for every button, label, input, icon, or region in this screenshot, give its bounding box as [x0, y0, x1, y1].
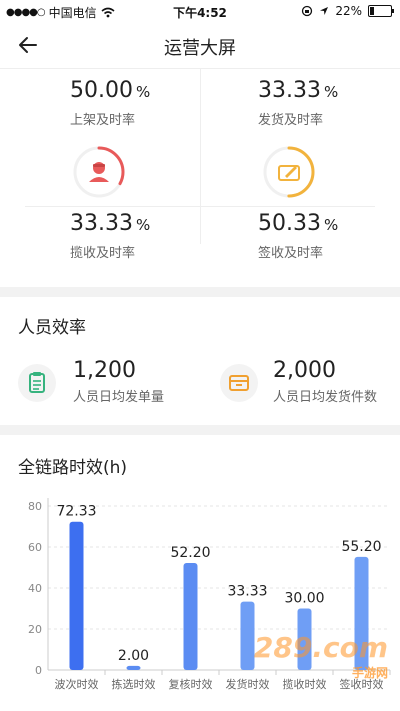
metric-number: 50.00 [70, 78, 133, 103]
daily-orders-value: 1,200 [73, 358, 136, 383]
shelving-rate-label: 上架及时率 [70, 113, 136, 128]
y-tick-label: 40 [28, 582, 42, 595]
y-tick-label: 20 [28, 623, 42, 636]
pickup-rate-label: 揽收及时率 [70, 246, 136, 261]
x-tick-label: 复核时效 [169, 677, 213, 691]
bar-value-label: 52.20 [170, 545, 210, 561]
metric-unit: % [323, 216, 339, 234]
status-right: 22% [301, 4, 394, 18]
metric-unit: % [323, 83, 339, 101]
bar-value-label: 55.20 [341, 539, 381, 555]
watermark-text: 289.com [253, 631, 388, 664]
timeliness-metrics-card: 50.00% 上架及时率 33.33% 发货及时率 33.33% 揽收及时率 5… [0, 69, 400, 287]
bar-2 [126, 665, 141, 670]
shelving-rate-value: 50.00% [70, 78, 150, 103]
clipboard-icon [18, 364, 56, 402]
shipping-rate-value: 33.33% [258, 78, 338, 103]
x-tick-label: 波次时效 [55, 677, 99, 691]
metric-number: 50.33 [258, 211, 321, 236]
pickup-rate-ring [73, 146, 125, 198]
bar-value-label: 72.33 [56, 504, 96, 520]
battery-fill [370, 7, 375, 15]
rotation-lock-icon [302, 5, 313, 17]
bar-value-label: 2.00 [118, 648, 149, 664]
divider-horizontal [25, 206, 375, 207]
sign-rate-label: 签收及时率 [258, 246, 324, 261]
daily-shipments-label: 人员日均发货件数 [273, 390, 378, 405]
sign-rate-ring [263, 146, 315, 198]
watermark-subtext: 手游网 [351, 666, 388, 680]
sign-rate-value: 50.33% [258, 211, 338, 236]
daily-shipments-value: 2,000 [273, 358, 336, 383]
staff-efficiency-card: 人员效率 1,200 人员日均发单量 2,000 人员日均发货件数 [0, 297, 400, 425]
metric-unit: % [135, 83, 151, 101]
y-tick-label: 0 [35, 664, 42, 677]
battery-icon [368, 5, 394, 17]
pickup-rate-value: 33.33% [70, 211, 150, 236]
nav-bar: 运营大屏 [0, 22, 400, 69]
bar-1 [69, 521, 84, 670]
divider-vertical [200, 69, 201, 244]
metric-number: 33.33 [70, 211, 133, 236]
bar-4 [240, 601, 255, 670]
courier-icon [89, 162, 109, 182]
status-bar: ●●●●○ 中国电信 下午4:52 22% [0, 0, 400, 22]
sign-edit-icon [278, 165, 300, 181]
box-icon [220, 364, 258, 402]
bar-value-label: 33.33 [227, 584, 267, 600]
metric-unit: % [135, 216, 151, 234]
y-tick-label: 60 [28, 541, 42, 554]
section-title: 人员效率 [18, 318, 86, 338]
bar-value-label: 30.00 [284, 591, 324, 607]
y-tick-label: 80 [28, 500, 42, 513]
end-to-end-timeliness-chart-card: 全链路时效(h) 0 20 40 60 80 72.33 波次时效 2.00 拣选时效 52.20… [0, 435, 400, 711]
shipping-rate-label: 发货及时率 [258, 113, 324, 128]
x-tick-label: 拣选时效 [112, 677, 156, 691]
battery-percent: 22% [335, 4, 362, 18]
metric-number: 33.33 [258, 78, 321, 103]
page-title: 运营大屏 [164, 38, 236, 59]
daily-orders-label: 人员日均发单量 [73, 390, 165, 405]
bar-3 [183, 562, 198, 670]
location-icon [320, 7, 329, 15]
watermark-logo: 289.com 手游网 [254, 631, 388, 681]
